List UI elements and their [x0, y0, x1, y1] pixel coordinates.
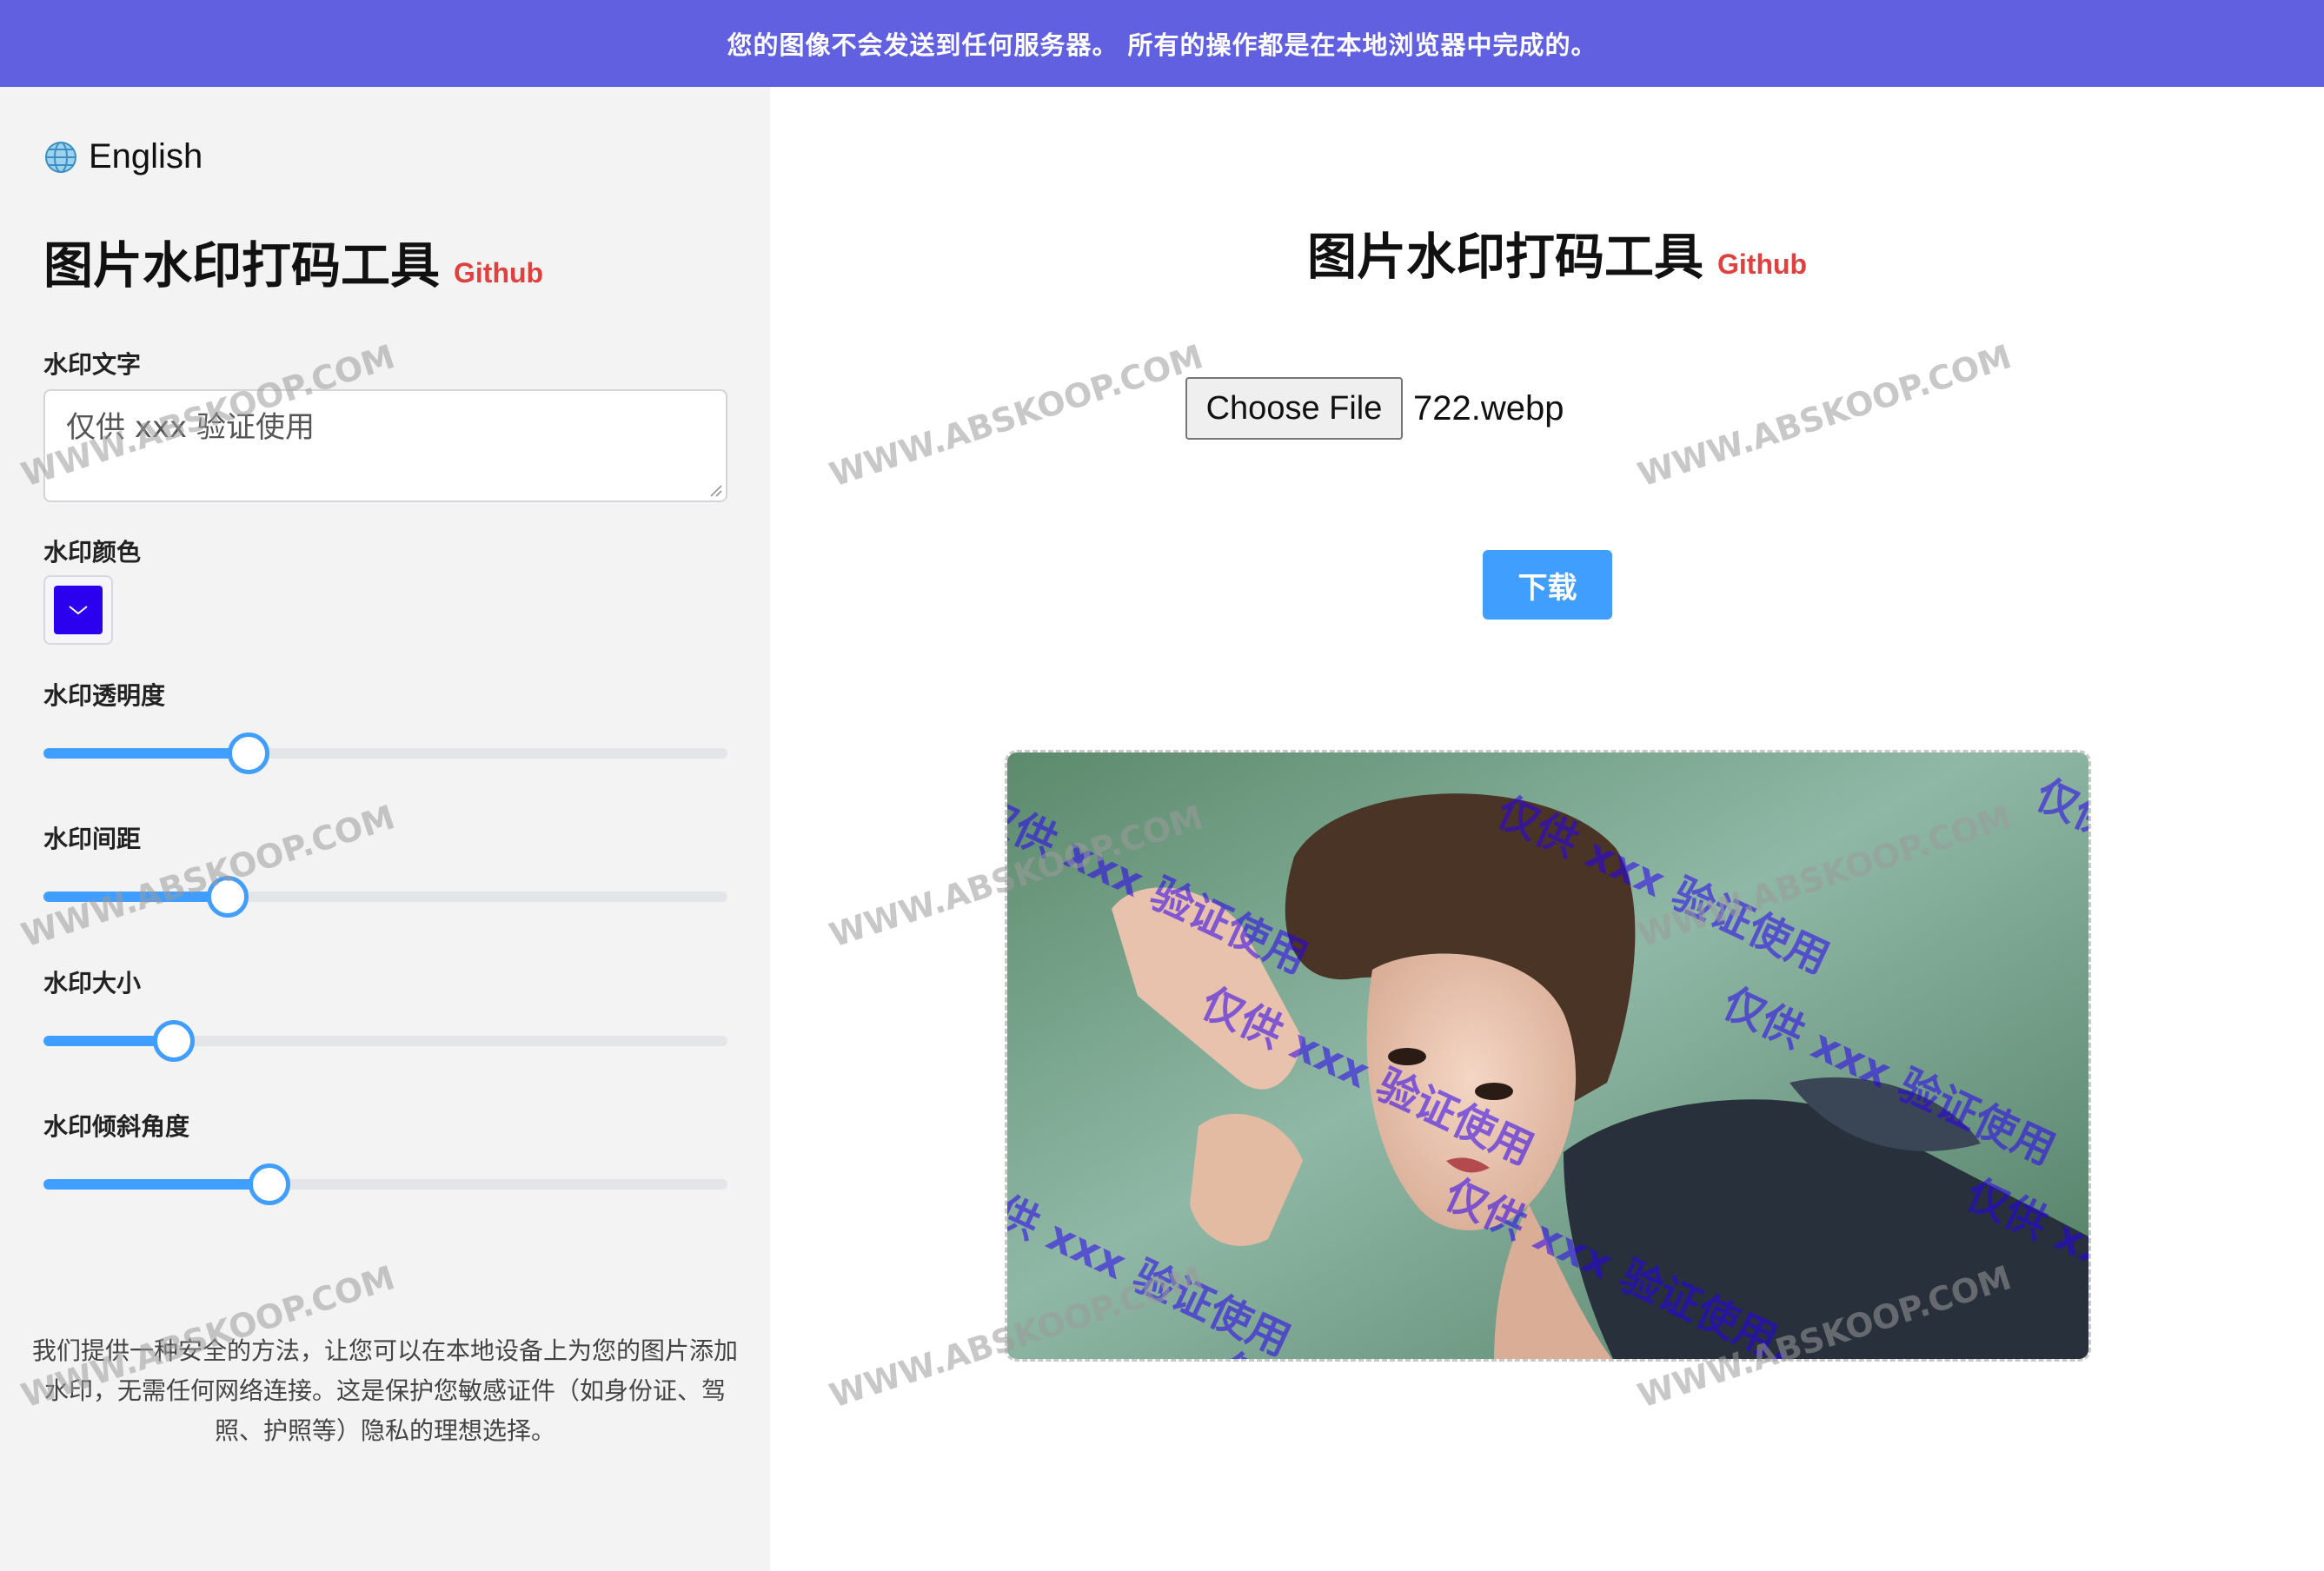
opacity-slider[interactable] [43, 731, 727, 776]
slider-fill [43, 1179, 269, 1190]
watermark-color-swatch [54, 586, 103, 634]
slider-fill [43, 892, 229, 902]
slider-fill [43, 748, 249, 759]
selected-file-name: 722.webp [1413, 388, 1564, 428]
slider-thumb[interactable] [248, 1163, 290, 1205]
opacity-label: 水印透明度 [43, 681, 166, 710]
globe-icon [45, 141, 76, 173]
spacing-label: 水印间距 [43, 825, 142, 853]
size-label: 水印大小 [43, 969, 142, 998]
slider-thumb[interactable] [152, 1020, 195, 1062]
main-panel: 图片水印打码工具 Github Choose File 722.webp 下载 [770, 87, 2324, 1571]
sidebar-title-row: 图片水印打码工具 Github [43, 226, 543, 297]
chevron-down-icon [69, 606, 88, 615]
intro-paragraph: 我们提供一种安全的方法，让您可以在本地设备上为您的图片添加水印，无需任何网络连接… [31, 1336, 738, 1445]
file-input: Choose File 722.webp [1185, 377, 1564, 440]
size-slider[interactable] [43, 1018, 727, 1064]
angle-slider[interactable] [43, 1162, 727, 1207]
language-switch[interactable]: English [43, 137, 203, 176]
watermark-text-label: 水印文字 [43, 350, 142, 379]
spacing-slider[interactable] [43, 874, 727, 919]
download-button[interactable]: 下载 [1483, 550, 1612, 620]
slider-thumb[interactable] [228, 732, 270, 774]
watermark-color-picker[interactable] [43, 575, 113, 645]
watermark-color-label: 水印颜色 [43, 538, 142, 567]
privacy-banner-text: 您的图像不会发送到任何服务器。 所有的操作都是在本地浏览器中完成的。 [727, 30, 1597, 60]
sidebar-title: 图片水印打码工具 [43, 237, 440, 295]
slider-thumb[interactable] [207, 876, 249, 918]
preview-photo: 仅供 xxx 验证使用 仅供 xxx 验证使用仅供 xxx 验证使用 仅供 xxx … [1007, 752, 2088, 1359]
resize-grip-icon[interactable] [708, 483, 722, 497]
sidebar-github-link[interactable]: Github [454, 257, 543, 289]
settings-sidebar: English 图片水印打码工具 Github 水印文字 仅供 xxx 验证使用… [0, 87, 770, 1571]
main-title: 图片水印打码工具 [1307, 229, 1703, 286]
angle-label: 水印倾斜角度 [43, 1112, 190, 1141]
watermark-text-input[interactable]: 仅供 xxx 验证使用 [43, 389, 727, 502]
image-preview: 仅供 xxx 验证使用 仅供 xxx 验证使用 仅供 xxx 验证使用 仅供 xxx … [1005, 750, 2091, 1362]
privacy-banner: 您的图像不会发送到任何服务器。 所有的操作都是在本地浏览器中完成的。 [0, 0, 2324, 87]
main-github-link[interactable]: Github [1717, 249, 1807, 281]
language-label: English [89, 137, 203, 176]
choose-file-button[interactable]: Choose File [1185, 377, 1403, 440]
main-title-row: 图片水印打码工具 Github [1307, 217, 1807, 288]
watermark-text-value: 仅供 xxx 验证使用 [66, 410, 315, 445]
